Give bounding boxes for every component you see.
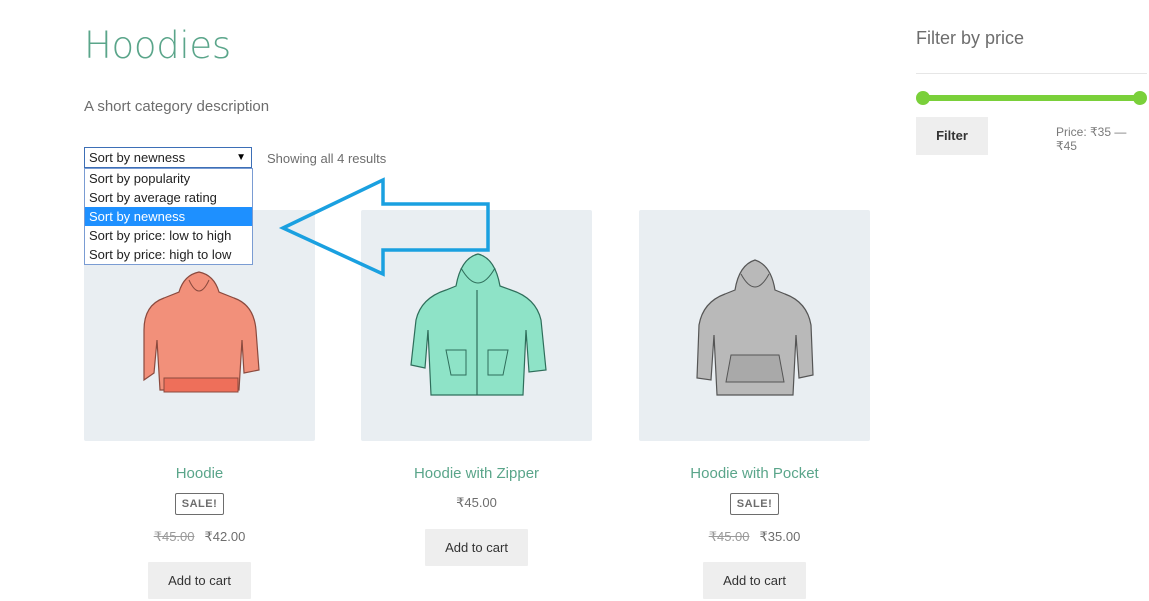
price-filter-title: Filter by price bbox=[916, 28, 1025, 48]
sort-option-price-desc[interactable]: Sort by price: high to low bbox=[85, 245, 252, 264]
sort-select-value: Sort by newness bbox=[89, 150, 186, 165]
current-price: ₹42.00 bbox=[204, 529, 246, 544]
product-price: ₹45.00 ₹35.00 bbox=[639, 529, 870, 545]
product-price: ₹45.00 bbox=[361, 495, 592, 511]
add-to-cart-button[interactable]: Add to cart bbox=[703, 562, 806, 599]
price-range-label: Price: ₹35 — ₹45 bbox=[1056, 125, 1127, 153]
sale-badge: SALE! bbox=[174, 493, 225, 515]
filter-button[interactable]: Filter bbox=[916, 117, 988, 155]
category-description: A short category description bbox=[84, 98, 270, 115]
current-price: ₹45.00 bbox=[456, 495, 497, 510]
add-to-cart-button[interactable]: Add to cart bbox=[425, 529, 528, 566]
price-slider-track[interactable] bbox=[922, 95, 1140, 101]
price-slider-max-handle[interactable] bbox=[1133, 91, 1147, 105]
chevron-down-icon: ▼ bbox=[236, 152, 246, 163]
product-card-hoodie: Hoodie SALE! ₹45.00 ₹42.00 Add to cart bbox=[84, 210, 315, 599]
add-to-cart-button[interactable]: Add to cart bbox=[148, 562, 251, 599]
old-price: ₹45.00 bbox=[708, 529, 750, 544]
product-title[interactable]: Hoodie with Pocket bbox=[639, 465, 870, 482]
sort-option-price-asc[interactable]: Sort by price: low to high bbox=[85, 226, 252, 245]
product-title[interactable]: Hoodie with Zipper bbox=[361, 465, 592, 482]
product-card-hoodie-with-pocket: Hoodie with Pocket SALE! ₹45.00 ₹35.00 Ad… bbox=[639, 210, 870, 599]
product-card-hoodie-with-zipper: Hoodie with Zipper ₹45.00 Add to cart bbox=[361, 210, 592, 566]
sort-option-popularity[interactable]: Sort by popularity bbox=[85, 169, 252, 188]
product-image[interactable] bbox=[639, 210, 870, 441]
sort-select[interactable]: Sort by newness ▼ bbox=[84, 147, 252, 168]
page-title: Hoodies bbox=[84, 24, 231, 67]
result-count: Showing all 4 results bbox=[267, 151, 387, 166]
product-image[interactable] bbox=[361, 210, 592, 441]
product-title[interactable]: Hoodie bbox=[84, 465, 315, 482]
sort-dropdown-list: Sort by popularity Sort by average ratin… bbox=[84, 168, 253, 265]
sale-badge: SALE! bbox=[729, 493, 780, 515]
price-slider-min-handle[interactable] bbox=[916, 91, 930, 105]
product-price: ₹45.00 ₹42.00 bbox=[84, 529, 315, 545]
widget-divider bbox=[916, 73, 1147, 74]
sort-option-rating[interactable]: Sort by average rating bbox=[85, 188, 252, 207]
current-price: ₹35.00 bbox=[759, 529, 801, 544]
sort-option-newness[interactable]: Sort by newness bbox=[85, 207, 252, 226]
old-price: ₹45.00 bbox=[153, 529, 195, 544]
